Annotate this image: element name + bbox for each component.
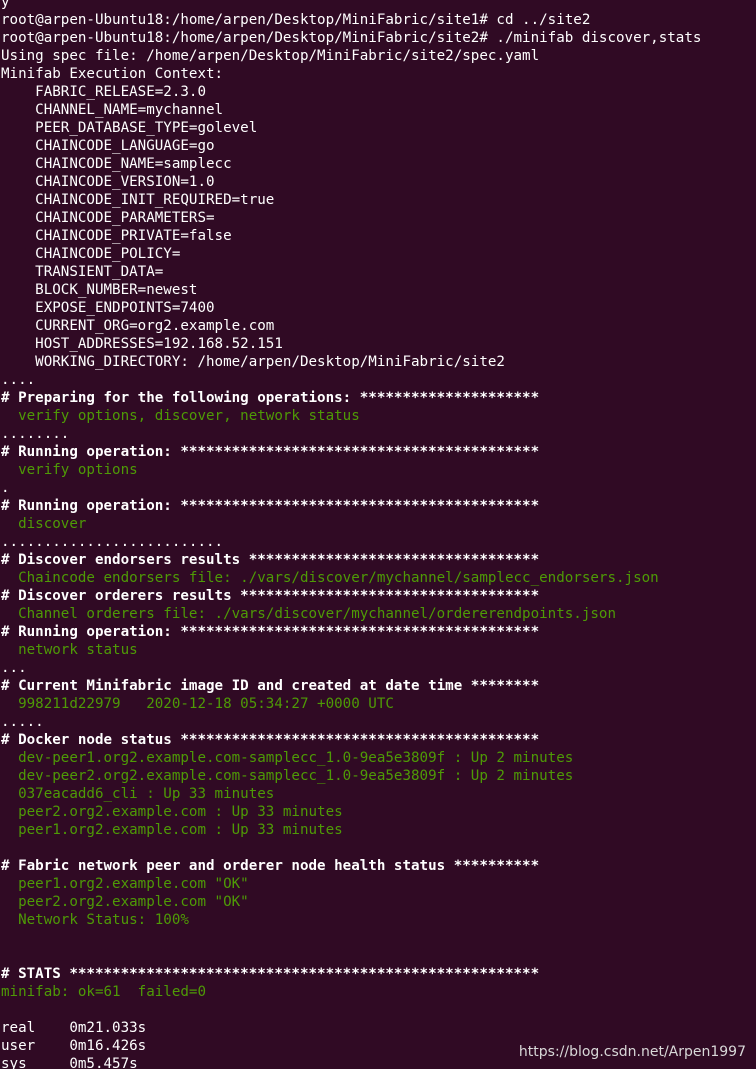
terminal-line: network status: [1, 642, 138, 658]
terminal-line: # Running operation: *******************…: [1, 498, 540, 514]
terminal-line: minifab: ok=61 failed=0: [1, 984, 206, 1000]
terminal-line: Minifab Execution Context:: [1, 66, 224, 82]
terminal-line: HOST_ADDRESSES=192.168.52.151: [1, 336, 283, 352]
terminal-line: # Current Minifabric image ID and create…: [1, 678, 540, 694]
terminal-line: BLOCK_NUMBER=newest: [1, 282, 198, 298]
terminal-line: PEER_DATABASE_TYPE=golevel: [1, 120, 258, 136]
terminal-line: # Discover orderers results ************…: [1, 588, 540, 604]
terminal-line: 998211d22979 2020-12-18 05:34:27 +0000 U…: [1, 696, 394, 712]
terminal-line: root@arpen-Ubuntu18:/home/arpen/Desktop/…: [1, 12, 591, 28]
terminal-line: # Docker node status *******************…: [1, 732, 540, 748]
terminal-line: dev-peer1.org2.example.com-samplecc_1.0-…: [1, 750, 574, 766]
terminal-line: CHAINCODE_PARAMETERS=: [1, 210, 215, 226]
terminal-line: WORKING_DIRECTORY: /home/arpen/Desktop/M…: [1, 354, 505, 370]
terminal-line: 037eacadd6_cli : Up 33 minutes: [1, 786, 275, 802]
watermark-url: https://blog.csdn.net/Arpen1997: [518, 1044, 746, 1060]
terminal-line: # Preparing for the following operations…: [1, 390, 540, 406]
terminal-line: CHANNEL_NAME=mychannel: [1, 102, 224, 118]
terminal-line: CHAINCODE_INIT_REQUIRED=true: [1, 192, 275, 208]
terminal-line: # Running operation: *******************…: [1, 624, 540, 640]
terminal-line: root@arpen-Ubuntu18:/home/arpen/Desktop/…: [1, 30, 702, 46]
terminal-line: Network Status: 100%: [1, 912, 189, 928]
terminal-line: CHAINCODE_POLICY=: [1, 246, 181, 262]
terminal-line: ..........................: [1, 534, 224, 550]
terminal-line: # Fabric network peer and orderer node h…: [1, 858, 540, 874]
terminal-line: .: [1, 480, 10, 496]
terminal-line: FABRIC_RELEASE=2.3.0: [1, 84, 206, 100]
terminal-line: discover: [1, 516, 87, 532]
terminal-line: TRANSIENT_DATA=: [1, 264, 164, 280]
terminal-line: CURRENT_ORG=org2.example.com: [1, 318, 275, 334]
terminal-line: EXPOSE_ENDPOINTS=7400: [1, 300, 215, 316]
terminal-output: y root@arpen-Ubuntu18:/home/arpen/Desktop…: [1, 0, 755, 1069]
terminal-line: CHAINCODE_LANGUAGE=go: [1, 138, 215, 154]
terminal-line: real 0m21.033s: [1, 1020, 147, 1036]
terminal-line: # Running operation: *******************…: [1, 444, 540, 460]
terminal-line: ........: [1, 426, 70, 442]
terminal-line: CHAINCODE_PRIVATE=false: [1, 228, 232, 244]
terminal-line: ...: [1, 660, 27, 676]
terminal-line: peer1.org2.example.com "OK": [1, 876, 249, 892]
terminal-line: # STATS ********************************…: [1, 966, 540, 982]
terminal-line: peer1.org2.example.com : Up 33 minutes: [1, 822, 343, 838]
terminal-line: y: [1, 0, 10, 10]
terminal-line: ....: [1, 372, 36, 388]
terminal-line: verify options, discover, network status: [1, 408, 360, 424]
terminal-line: dev-peer2.org2.example.com-samplecc_1.0-…: [1, 768, 574, 784]
terminal-line: CHAINCODE_NAME=samplecc: [1, 156, 232, 172]
terminal-line: Channel orderers file: ./vars/discover/m…: [1, 606, 616, 622]
terminal-line: CHAINCODE_VERSION=1.0: [1, 174, 215, 190]
terminal-line: peer2.org2.example.com "OK": [1, 894, 249, 910]
terminal-line: peer2.org2.example.com : Up 33 minutes: [1, 804, 343, 820]
terminal-line: # Discover endorsers results ***********…: [1, 552, 540, 568]
terminal-line: .....: [1, 714, 44, 730]
terminal-window[interactable]: y root@arpen-Ubuntu18:/home/arpen/Desktop…: [0, 0, 756, 1069]
terminal-line: Using spec file: /home/arpen/Desktop/Min…: [1, 48, 540, 64]
terminal-line: Chaincode endorsers file: ./vars/discove…: [1, 570, 659, 586]
terminal-line: verify options: [1, 462, 138, 478]
